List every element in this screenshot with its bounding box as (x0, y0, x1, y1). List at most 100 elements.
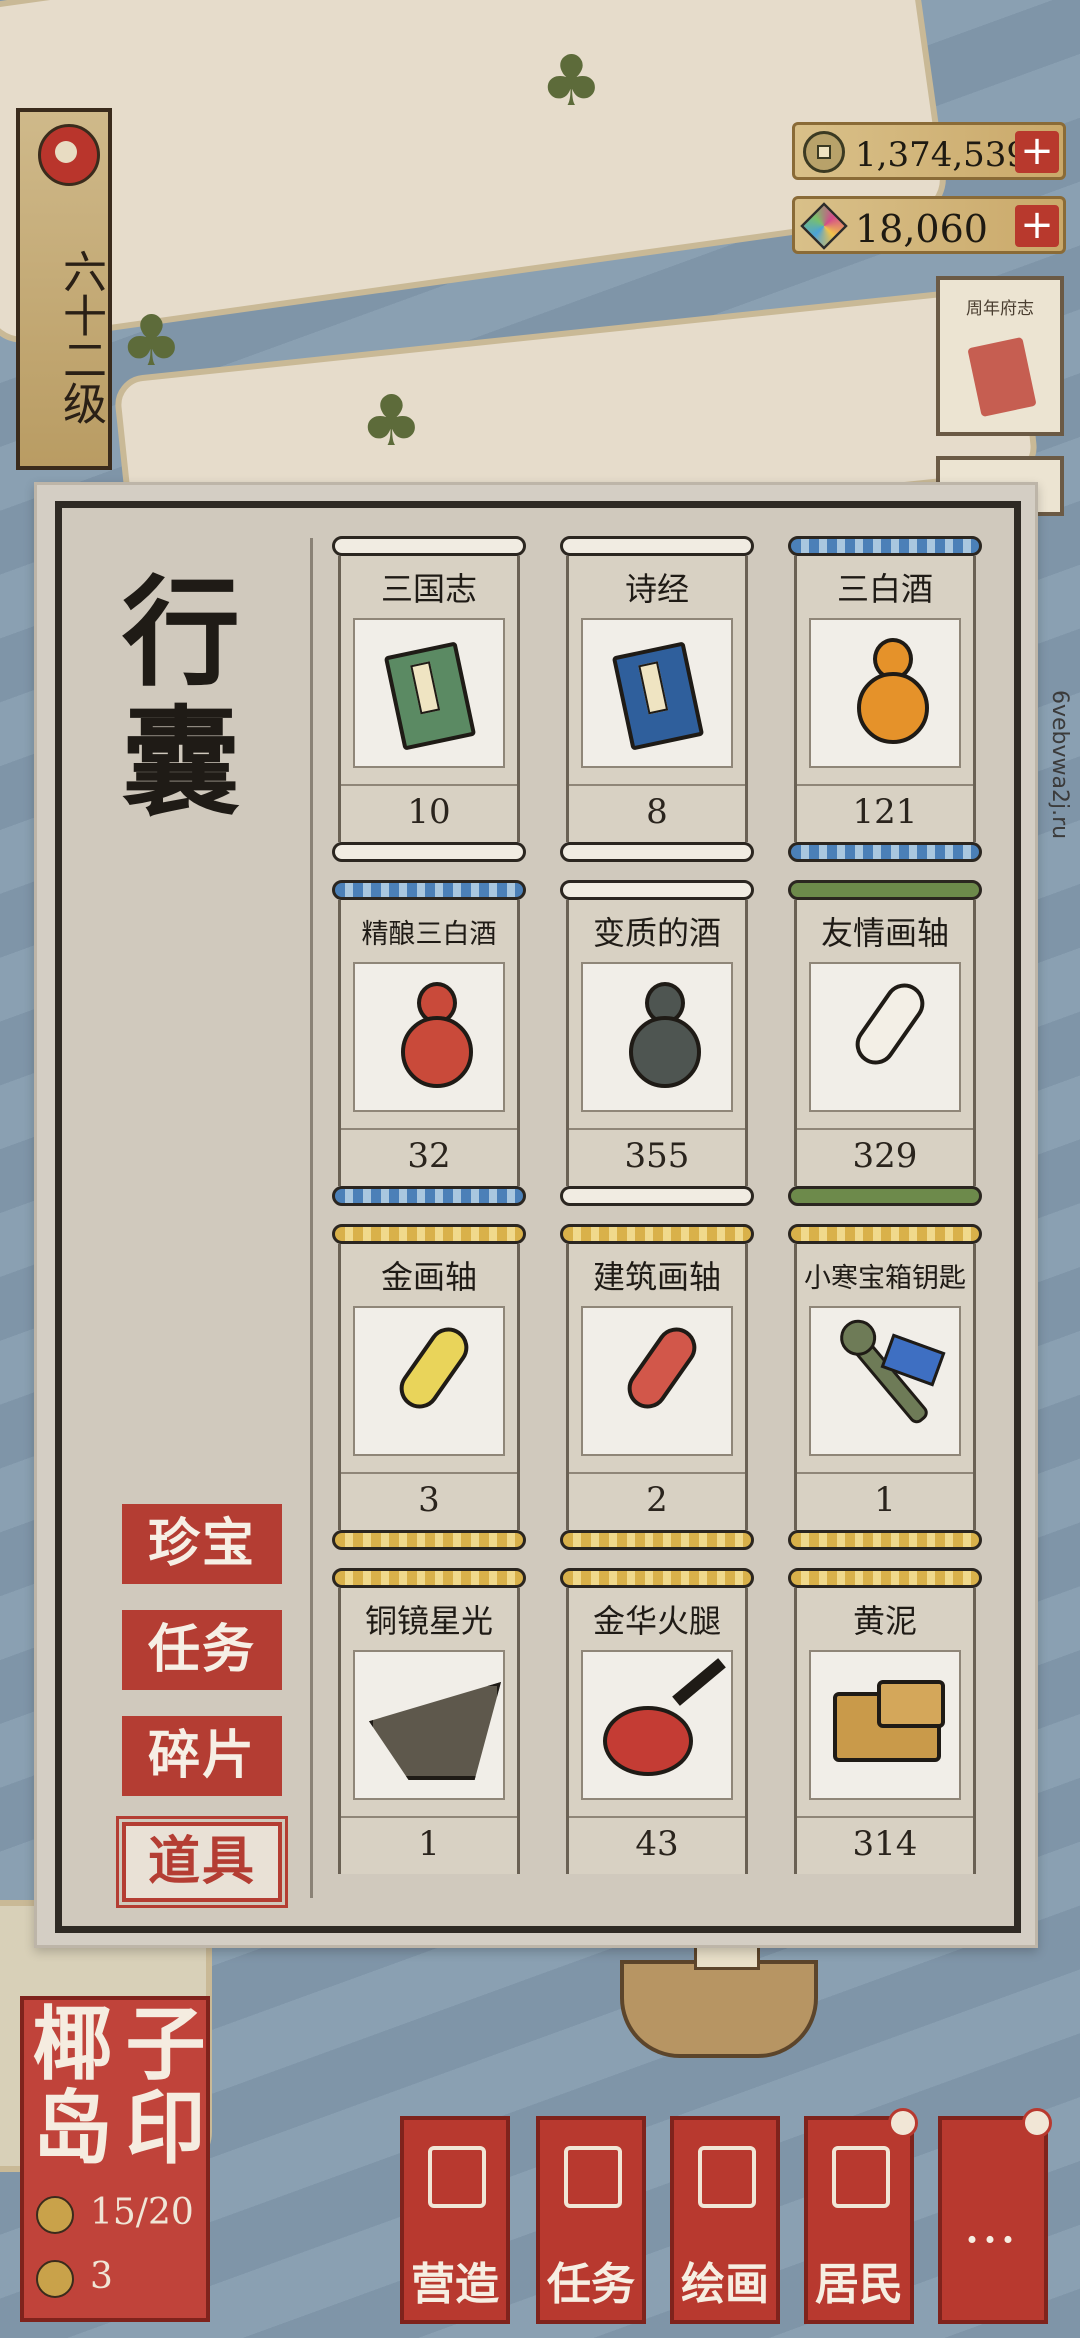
resident-count-value: 15/20 (90, 2192, 194, 2233)
palm-tree-icon: ♣ (360, 380, 423, 462)
item-card[interactable]: 诗经 8 (560, 536, 754, 864)
boat-icon[interactable] (620, 1854, 818, 2058)
item-name: 诗经 (624, 570, 689, 608)
item-card[interactable]: 精酿三白酒 32 (332, 880, 526, 1208)
tab-props[interactable]: 道具 (116, 1816, 288, 1908)
scroll-roller (332, 1530, 526, 1550)
notification-dot (888, 2108, 918, 2138)
white-scroll-icon (847, 975, 933, 1073)
scroll-roller (332, 880, 526, 900)
island-name-char: 印 (125, 2081, 206, 2175)
island-name-char: 椰 (32, 1997, 113, 2091)
coin-pouch-icon (36, 2260, 74, 2298)
scroll-roller (560, 880, 754, 900)
panel-divider (310, 538, 313, 1898)
palm-tree-icon: ♣ (120, 300, 183, 382)
orange-gourd-icon (851, 638, 931, 748)
item-card[interactable]: 金画轴 3 (332, 1224, 526, 1552)
item-count: 121 (797, 784, 973, 832)
scroll-paint-icon (698, 2146, 756, 2208)
scroll-roller (560, 842, 754, 862)
ham-bone-icon (672, 1658, 726, 1706)
scroll-roller (788, 1186, 982, 1206)
more-button[interactable]: … (938, 2108, 1052, 2324)
build-button[interactable]: 营造 (400, 2116, 510, 2324)
palm-tree-icon: ♣ (540, 40, 603, 122)
item-card[interactable]: 变质的酒 355 (560, 880, 754, 1208)
scroll-roller (560, 1530, 754, 1550)
item-card[interactable]: 铜镜星光 1 (332, 1568, 526, 1896)
item-card[interactable]: 三国志 10 (332, 536, 526, 864)
item-card[interactable]: 三白酒 121 (788, 536, 982, 864)
painting-button[interactable]: 绘画 (670, 2116, 780, 2324)
task-book-icon (564, 2146, 622, 2208)
item-name: 三国志 (380, 570, 477, 608)
scroll-roller (332, 1186, 526, 1206)
item-count: 8 (569, 784, 745, 832)
mirror-icon (369, 1682, 501, 1780)
add-coins-button[interactable]: + (1015, 131, 1059, 173)
tab-treasures[interactable]: 珍宝 (122, 1504, 282, 1584)
scroll-roller (332, 536, 526, 556)
painting-label: 绘画 (681, 2259, 769, 2310)
scroll-roller (788, 1530, 982, 1550)
item-card[interactable]: 友情画轴 329 (788, 880, 982, 1208)
blue-book-icon (611, 641, 705, 751)
residents-button[interactable]: 居民 (804, 2108, 918, 2324)
anniversary-record-button[interactable]: 周年府志 (936, 276, 1064, 436)
item-count: 1 (797, 1472, 973, 1520)
scroll-roller (788, 536, 982, 556)
scroll-roller (788, 1224, 982, 1244)
red-scroll-icon (619, 1319, 705, 1417)
island-coin-value: 3 (90, 2256, 113, 2297)
item-count: 10 (341, 784, 517, 832)
item-name: 三白酒 (836, 570, 933, 608)
item-card[interactable]: 黄泥 314 (788, 1568, 982, 1896)
island-seal[interactable]: 椰 子 岛 印 15/20 3 (20, 1996, 210, 2322)
tab-quest-items[interactable]: 任务 (122, 1610, 282, 1690)
build-label: 营造 (411, 2259, 499, 2310)
inventory-frame: 行囊 珍宝 任务 碎片 道具 三国志 10 诗经 8 三白酒 121 精酿三白酒… (55, 501, 1021, 1933)
item-grid[interactable]: 三国志 10 诗经 8 三白酒 121 精酿三白酒 32 变质的酒 355 友情… (332, 536, 1022, 1918)
scroll-roller (332, 842, 526, 862)
scroll-roller (332, 1568, 526, 1588)
item-count: 43 (569, 1816, 745, 1864)
scroll-roller (560, 536, 754, 556)
copper-coin-icon (803, 131, 845, 173)
item-count: 32 (341, 1128, 517, 1176)
resident-count: 15/20 (36, 2192, 194, 2234)
item-card[interactable]: 金华火腿 43 (560, 1568, 754, 1896)
watermark: 6vebvwa2j.ru (1047, 690, 1072, 840)
item-name: 金画轴 (380, 1258, 477, 1296)
resident-icon (832, 2146, 890, 2208)
dark-gourd-icon (623, 982, 703, 1092)
add-gems-button[interactable]: + (1015, 205, 1059, 247)
item-count: 355 (569, 1128, 745, 1176)
island-coin-count: 3 (36, 2256, 113, 2298)
tasks-label: 任务 (547, 2259, 635, 2310)
anniversary-record-label: 周年府志 (966, 299, 1034, 319)
scroll-roller (788, 1568, 982, 1588)
yellow-scroll-icon (391, 1319, 477, 1417)
coin-amount: 1,374,539 (855, 135, 1029, 175)
item-name: 铜镜星光 (364, 1602, 493, 1640)
item-name: 小寒宝箱钥匙 (804, 1263, 966, 1294)
resident-icon (36, 2196, 74, 2234)
level-label: 六十二级 (55, 249, 106, 425)
green-book-icon (383, 641, 477, 751)
tasks-button[interactable]: 任务 (536, 2116, 646, 2324)
tab-fragments[interactable]: 碎片 (122, 1716, 282, 1796)
item-card[interactable]: 小寒宝箱钥匙 1 (788, 1224, 982, 1552)
scroll-roller (332, 1224, 526, 1244)
more-icon: … (963, 2192, 1023, 2255)
gem-counter: 18,060 + (792, 196, 1066, 254)
item-card[interactable]: 建筑画轴 2 (560, 1224, 754, 1552)
island-name-char: 岛 (32, 2081, 113, 2175)
gem-icon (800, 202, 848, 250)
item-count: 1 (341, 1816, 517, 1864)
item-name: 精酿三白酒 (361, 919, 497, 950)
notification-dot (1022, 2108, 1052, 2138)
coin-counter: 1,374,539 + (792, 122, 1066, 180)
level-badge[interactable]: 六十二级 (16, 108, 112, 470)
building-icon (428, 2146, 486, 2208)
